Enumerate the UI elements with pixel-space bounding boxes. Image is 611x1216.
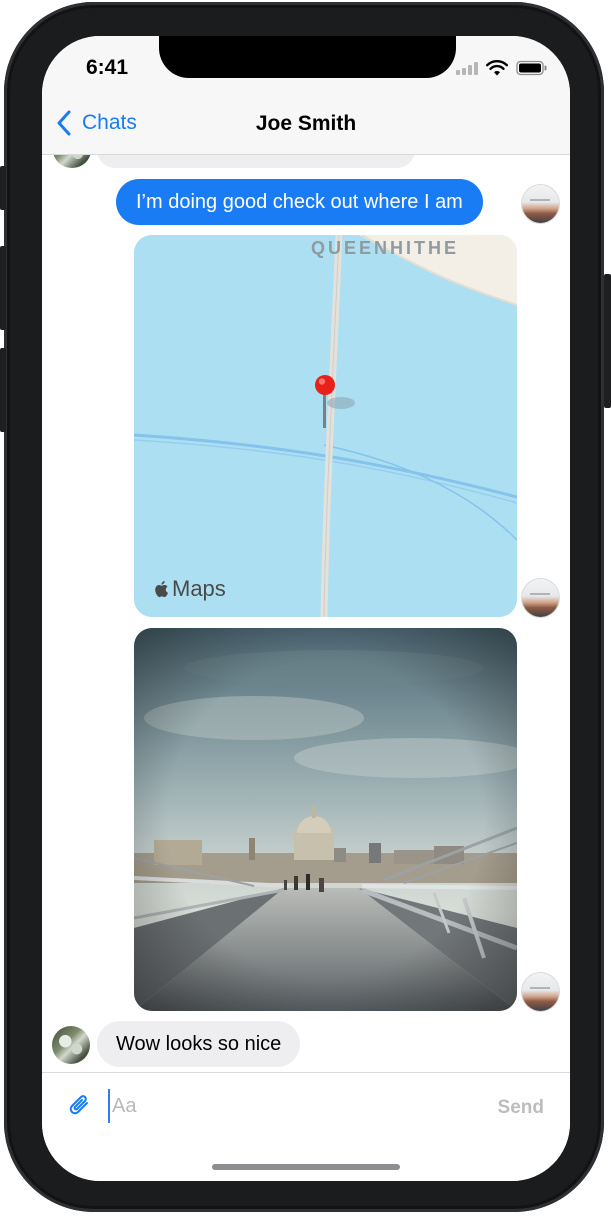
apple-logo-icon: [155, 581, 168, 598]
notch: [159, 36, 456, 78]
navigation-bar: 6:41 Chats Joe Smith: [42, 36, 570, 155]
map-image: [134, 235, 517, 617]
user-avatar: [522, 185, 559, 223]
screen: 6:41 Chats Joe Smith I’m doing good chec…: [42, 36, 570, 1181]
map-message[interactable]: QUEENHITHE Maps: [134, 235, 517, 617]
attach-button[interactable]: [68, 1093, 92, 1124]
photo-image: [134, 628, 517, 1011]
message-input[interactable]: [108, 1089, 472, 1123]
cellular-signal-icon: [456, 61, 478, 75]
conversation-title: Joe Smith: [255, 112, 357, 135]
status-time: 6:41: [86, 56, 129, 79]
maps-brand: Maps: [154, 576, 226, 602]
send-button[interactable]: Send: [498, 1097, 544, 1119]
photo-message[interactable]: [134, 628, 517, 1011]
incoming-message-bubble: Wow looks so nice: [97, 1021, 301, 1067]
outgoing-message-bubble: I’m doing good check out where I am: [116, 179, 483, 225]
mute-switch: [0, 166, 6, 210]
volume-up-button: [0, 246, 6, 330]
wifi-icon: [486, 60, 508, 76]
battery-icon: [516, 60, 547, 76]
status-icons: [456, 58, 548, 78]
home-indicator: [212, 1164, 400, 1170]
power-button: [604, 274, 611, 408]
user-avatar: [522, 973, 559, 1011]
maps-brand-label: Maps: [172, 576, 226, 601]
volume-down-button: [0, 348, 6, 432]
map-area-label: QUEENHITHE: [311, 238, 460, 258]
device: 6:41 Chats Joe Smith I’m doing good chec…: [0, 0, 611, 1216]
paperclip-icon: [69, 1095, 88, 1115]
user-avatar: [522, 579, 559, 617]
map-pin-icon: [315, 375, 335, 395]
contact-avatar: [52, 1026, 90, 1064]
